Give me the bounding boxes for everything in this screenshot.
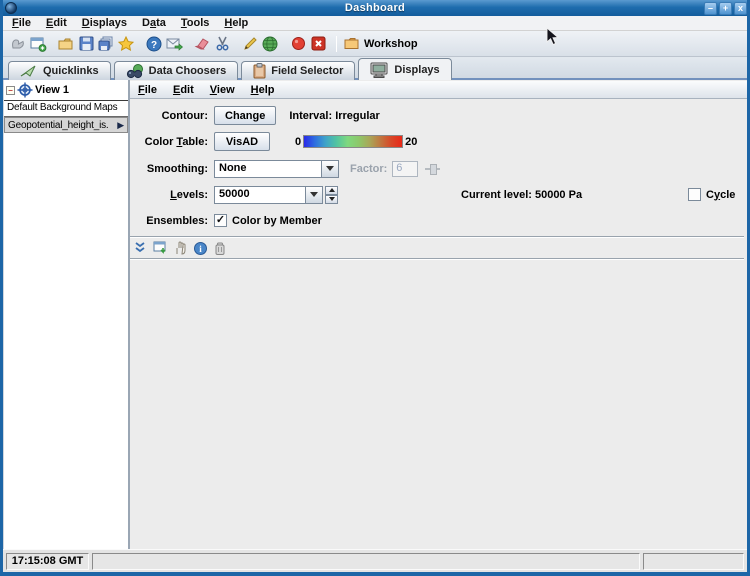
help-icon[interactable]: ?	[145, 35, 163, 53]
factor-field: 6	[392, 161, 418, 177]
exit-icon[interactable]	[309, 35, 327, 53]
pencil-icon[interactable]	[241, 35, 259, 53]
memory-indicator-area	[643, 553, 744, 570]
support-email-icon[interactable]	[165, 35, 183, 53]
main-toolbar: ? Workshop	[3, 31, 747, 57]
menu-displays[interactable]: Displays	[82, 17, 127, 29]
display-menubar: File Edit View Help	[130, 81, 747, 99]
close-button[interactable]: x	[734, 2, 747, 15]
clock-display: 17:15:08 GMT	[6, 553, 89, 570]
info-icon[interactable]: i	[193, 241, 207, 255]
minimize-button[interactable]: –	[704, 2, 717, 15]
smoothing-combobox[interactable]: None	[214, 160, 339, 178]
contour-interval-value: Interval: Irregular	[289, 110, 379, 122]
ensembles-label: Ensembles:	[130, 215, 208, 227]
contour-change-button[interactable]: Change	[214, 106, 276, 125]
show-window-icon[interactable]	[29, 35, 47, 53]
clipboard-icon	[253, 63, 266, 79]
color-range-max: 20	[405, 136, 417, 148]
levels-label: Levels:	[130, 189, 208, 201]
contour-label: Contour:	[130, 110, 208, 122]
globe-icon[interactable]	[261, 35, 279, 53]
display-menu-view[interactable]: View	[210, 84, 235, 96]
tree-item-background-maps[interactable]: Default Background Maps	[4, 101, 128, 117]
color-gradient-bar[interactable]	[303, 135, 403, 148]
paper-plane-icon	[20, 64, 38, 78]
view-label: View 1	[35, 84, 69, 96]
factor-slider-icon	[425, 164, 440, 173]
main-menubar: File Edit Displays Data Tools Help	[3, 16, 747, 31]
popup-window-icon[interactable]	[153, 241, 167, 255]
display-menu-file[interactable]: File	[138, 84, 157, 96]
color-by-member-label: Color by Member	[232, 215, 322, 227]
cut-icon[interactable]	[213, 35, 231, 53]
statusbar: 17:15:08 GMT	[3, 549, 747, 572]
svg-text:?: ?	[151, 40, 157, 51]
tab-quicklinks[interactable]: Quicklinks	[8, 61, 111, 80]
menu-file[interactable]: File	[12, 17, 31, 29]
color-table-label: Color Table:	[130, 136, 208, 148]
display-tree-panel: − View 1 Default Background Maps Geopote…	[3, 80, 130, 549]
toolbar-separator	[336, 36, 337, 52]
combo-arrow-icon[interactable]	[305, 187, 322, 203]
save-as-icon[interactable]	[97, 35, 115, 53]
display-control-panel: File Edit View Help Contour: Change Inte…	[130, 80, 747, 549]
maximize-button[interactable]: +	[719, 2, 732, 15]
smoothing-label: Smoothing:	[130, 163, 208, 175]
color-table-button[interactable]: VisAD	[214, 132, 270, 151]
menu-data[interactable]: Data	[142, 17, 166, 29]
display-menu-help[interactable]: Help	[251, 84, 275, 96]
display-mini-toolbar: i	[133, 240, 227, 256]
color-by-member-checkbox[interactable]: ✓	[214, 214, 227, 227]
tab-data-choosers[interactable]: Data Choosers	[114, 61, 239, 80]
levels-combobox[interactable]: 50000	[214, 186, 323, 204]
level-down-button[interactable]	[325, 195, 338, 204]
monitor-icon	[370, 62, 389, 78]
workshop-folder-icon	[344, 37, 360, 50]
collapse-chevrons-icon[interactable]	[133, 241, 147, 255]
expand-arrow-icon: ▶	[117, 120, 124, 131]
menu-edit[interactable]: Edit	[46, 17, 67, 29]
tree-node-view1[interactable]: − View 1	[4, 80, 128, 101]
hand-icon[interactable]	[173, 241, 187, 255]
workshop-button[interactable]: Workshop	[344, 37, 418, 50]
favorites-star-icon[interactable]	[117, 35, 135, 53]
record-icon[interactable]	[289, 35, 307, 53]
tab-displays[interactable]: Displays	[358, 58, 451, 80]
separator-line	[130, 236, 744, 238]
tabstrip: Quicklinks Data Choosers Field Selector …	[3, 57, 747, 80]
titlebar[interactable]: Dashboard – + x	[0, 0, 750, 16]
combo-arrow-icon[interactable]	[321, 161, 338, 177]
current-level-value: Current level: 50000 Pa	[461, 189, 582, 201]
tab-field-selector[interactable]: Field Selector	[241, 61, 355, 80]
save-icon[interactable]	[77, 35, 95, 53]
window-title: Dashboard	[0, 2, 750, 14]
menu-help[interactable]: Help	[224, 17, 248, 29]
level-up-button[interactable]	[325, 186, 338, 195]
menu-tools[interactable]: Tools	[181, 17, 210, 29]
display-menu-edit[interactable]: Edit	[173, 84, 194, 96]
cycle-label: Cycle	[706, 189, 735, 201]
cycle-checkbox[interactable]	[688, 188, 701, 201]
binoculars-globe-icon	[126, 64, 144, 79]
tree-collapse-icon[interactable]: −	[6, 86, 15, 95]
color-range-min: 0	[295, 136, 301, 148]
factor-label: Factor:	[350, 163, 387, 175]
hand-grip-icon[interactable]	[9, 35, 27, 53]
open-folder-icon[interactable]	[57, 35, 75, 53]
status-message-area	[92, 553, 640, 570]
tree-item-geopotential-height[interactable]: Geopotential_height_is. ▶	[4, 117, 128, 133]
view-compass-icon	[17, 82, 33, 98]
separator-line	[130, 258, 744, 260]
eraser-icon[interactable]	[193, 35, 211, 53]
trash-icon[interactable]	[213, 241, 227, 255]
dashboard-window: Dashboard – + x File Edit Displays Data …	[0, 0, 750, 576]
workshop-label: Workshop	[364, 38, 418, 50]
